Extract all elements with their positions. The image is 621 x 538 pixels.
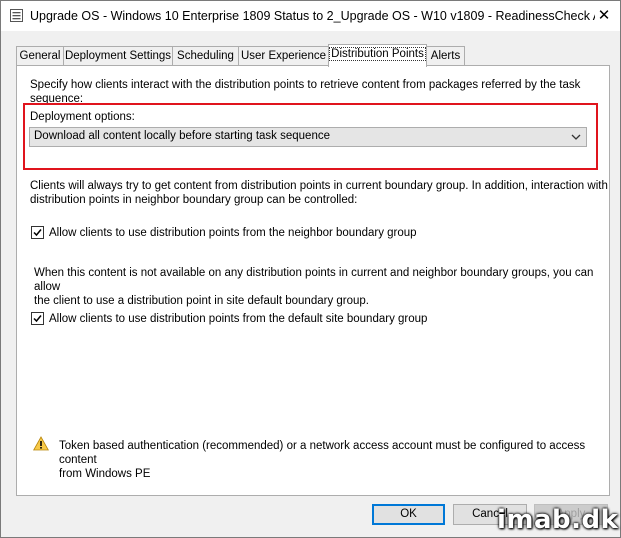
intro-text: Specify how clients interact with the di…	[30, 79, 581, 105]
fallback-info-text: When this content is not available on an…	[34, 267, 594, 307]
warning-text: Token based authentication (recommended)…	[59, 440, 586, 480]
app-icon	[10, 9, 23, 22]
deployment-options-label: Deployment options:	[30, 111, 135, 123]
tab-distribution-points[interactable]: Distribution Points	[328, 44, 427, 67]
watermark: imab.dk	[497, 505, 619, 535]
deployment-options-value: Download all content locally before star…	[34, 130, 330, 142]
title-bar[interactable]: Upgrade OS - Windows 10 Enterprise 1809 …	[1, 1, 620, 31]
tab-user-experience[interactable]: User Experience	[238, 46, 329, 66]
tab-scheduling[interactable]: Scheduling	[172, 46, 239, 66]
checkmark-icon	[33, 229, 42, 237]
default-boundary-checkbox[interactable]	[31, 312, 44, 325]
boundary-info-text: Clients will always try to get content f…	[30, 180, 608, 206]
tab-alerts[interactable]: Alerts	[426, 46, 465, 66]
window-title: Upgrade OS - Windows 10 Enterprise 1809 …	[30, 9, 595, 23]
dialog-window: Upgrade OS - Windows 10 Enterprise 1809 …	[0, 0, 621, 538]
tab-deployment-settings[interactable]: Deployment Settings	[63, 46, 173, 66]
checkmark-icon	[33, 315, 42, 323]
neighbor-boundary-label[interactable]: Allow clients to use distribution points…	[49, 226, 417, 240]
warning-icon	[33, 436, 49, 451]
ok-button[interactable]: OK	[372, 504, 445, 525]
deployment-options-dropdown[interactable]: Download all content locally before star…	[29, 127, 587, 147]
neighbor-boundary-checkbox[interactable]	[31, 226, 44, 239]
default-boundary-label[interactable]: Allow clients to use distribution points…	[49, 312, 427, 326]
close-icon[interactable]: ✕	[591, 5, 617, 27]
chevron-down-icon	[571, 134, 581, 140]
tab-general[interactable]: General	[16, 46, 64, 66]
